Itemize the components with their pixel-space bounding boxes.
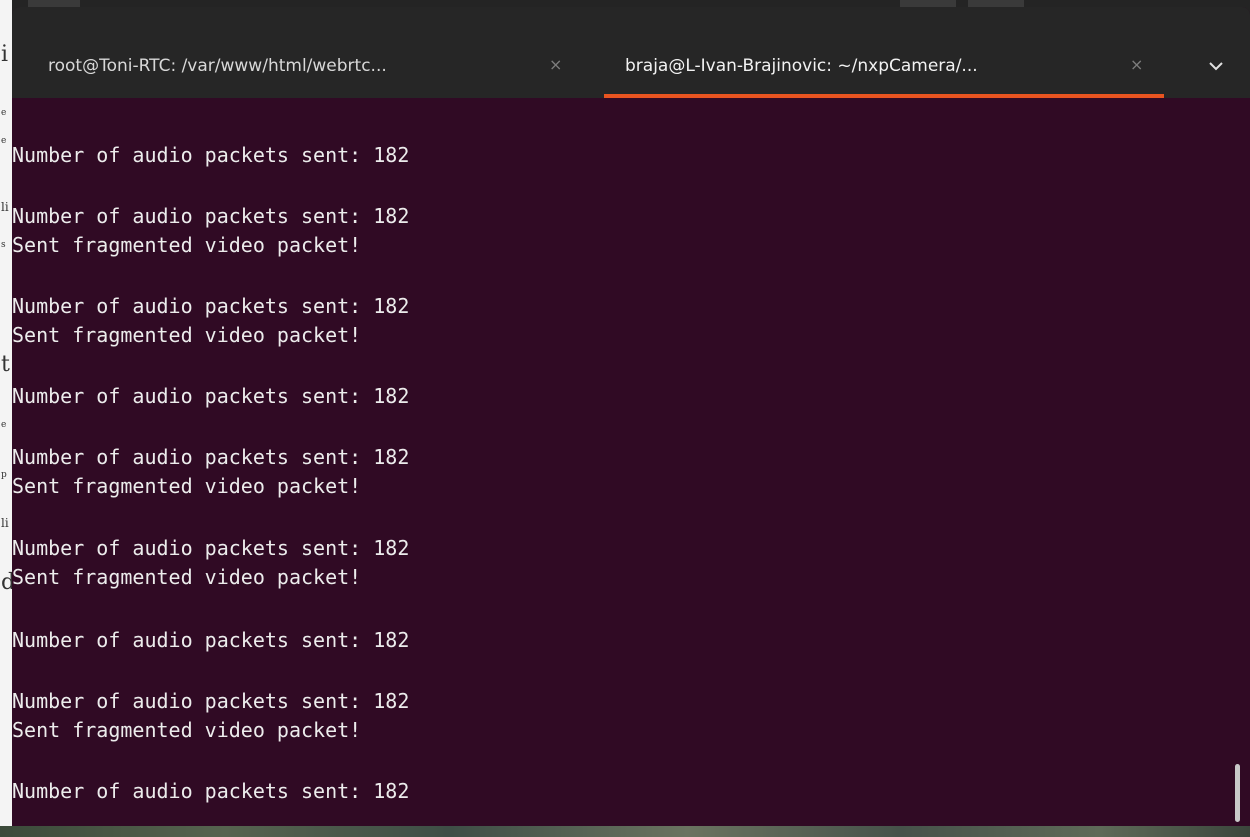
background-text-fragment: e (1, 108, 7, 118)
close-icon[interactable]: × (1130, 55, 1143, 74)
scrollbar-thumb[interactable] (1235, 764, 1240, 822)
background-text-fragment: e (1, 420, 7, 430)
terminal-line: Number of audio packets sent: 182 (12, 779, 410, 803)
terminal-line: Sent fragmented video packet! (12, 323, 362, 347)
close-icon[interactable]: × (549, 55, 562, 74)
tab-braja-l-ivan-brajinovic[interactable]: braja@L-Ivan-Brajinovic: ~/nxpCamera/...… (604, 44, 1164, 98)
tab-bar: root@Toni-RTC: /var/www/html/webrtc... ×… (12, 7, 1250, 98)
background-text-fragment: p (1, 470, 7, 480)
terminal-line: Sent fragmented video packet! (12, 233, 362, 257)
terminal-line: Number of audio packets sent: 182 (12, 445, 410, 469)
background-text-fragment: li (1, 200, 9, 214)
chevron-down-icon (1209, 62, 1223, 71)
terminal-output[interactable]: Number of audio packets sent: 182 Number… (12, 98, 1250, 826)
background-text-fragment: li (1, 516, 9, 530)
terminal-line: Number of audio packets sent: 182 (12, 536, 410, 560)
terminal-line: Number of audio packets sent: 182 (12, 689, 410, 713)
background-text-fragment: e (1, 136, 7, 146)
tab-title: braja@L-Ivan-Brajinovic: ~/nxpCamera/... (625, 56, 978, 76)
terminal-line: Number of audio packets sent: 182 (12, 143, 410, 167)
terminal-line: Sent fragmented video packet! (12, 718, 362, 742)
terminal-line: Number of audio packets sent: 182 (12, 294, 410, 318)
tab-title: root@Toni-RTC: /var/www/html/webrtc... (48, 56, 387, 76)
terminal-line: Sent fragmented video packet! (12, 565, 362, 589)
background-text-fragment: s (1, 240, 6, 250)
terminal-line: Number of audio packets sent: 182 (12, 204, 410, 228)
desktop-wallpaper (0, 826, 1250, 837)
background-window: i e e li s t e p li d (0, 0, 15, 837)
background-text-fragment: t (1, 352, 10, 377)
terminal-line: Number of audio packets sent: 182 (12, 628, 410, 652)
tab-menu-button[interactable] (1196, 51, 1236, 81)
tab-root-toni-rtc[interactable]: root@Toni-RTC: /var/www/html/webrtc... × (12, 44, 604, 98)
terminal-line: Sent fragmented video packet! (12, 474, 362, 498)
terminal-line: Number of audio packets sent: 182 (12, 384, 410, 408)
terminal-window: root@Toni-RTC: /var/www/html/webrtc... ×… (12, 7, 1250, 826)
background-text-fragment: i (1, 42, 9, 67)
